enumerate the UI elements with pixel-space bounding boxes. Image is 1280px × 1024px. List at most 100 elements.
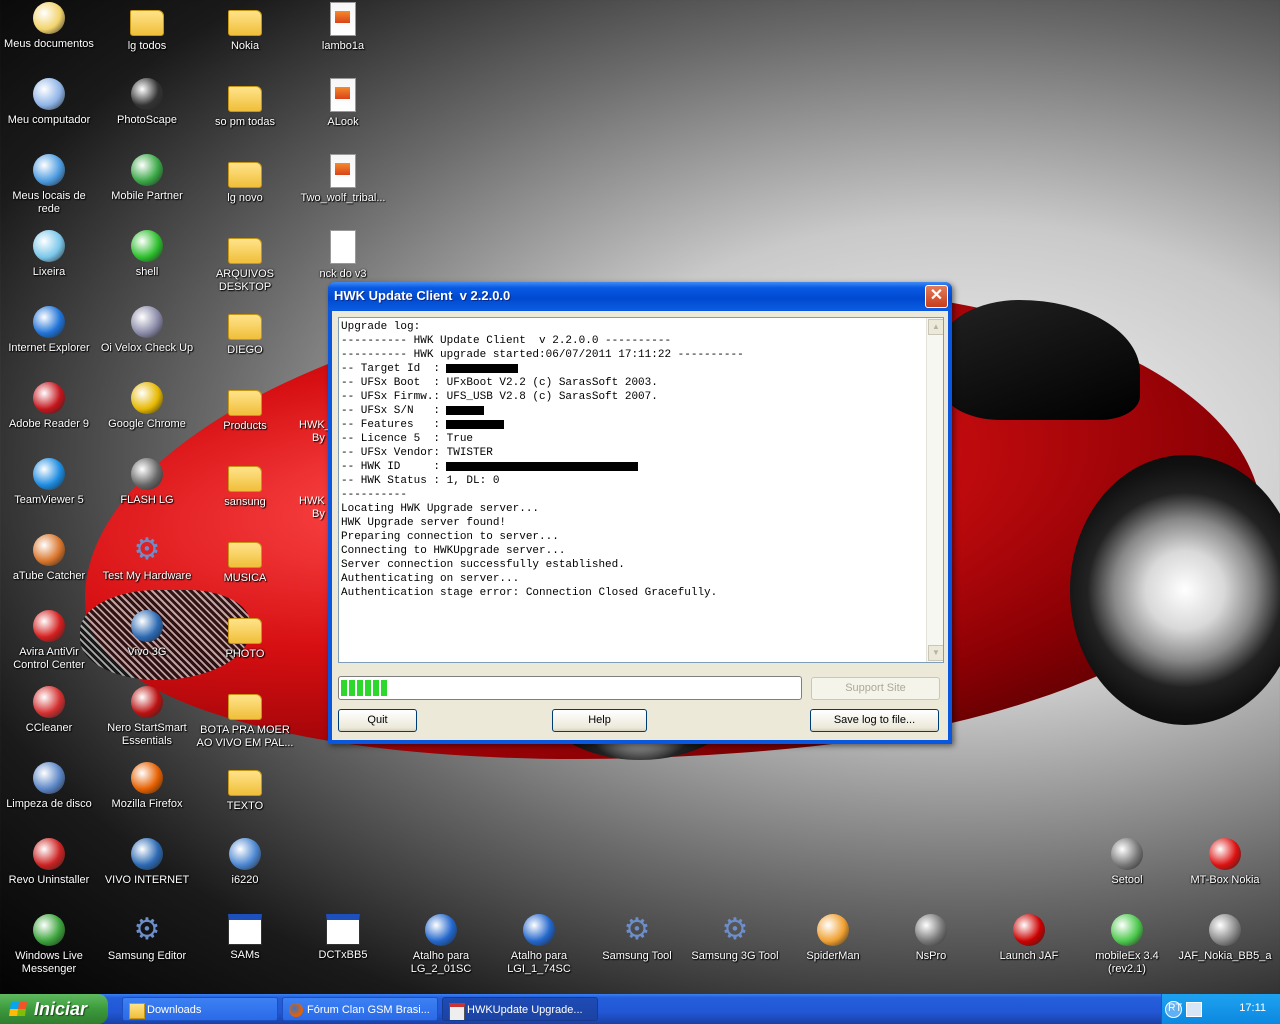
desktop-icon-bota-pra-moer-ao-vivo-em-pal[interactable]: BOTA PRA MOER AO VIVO EM PAL...	[196, 686, 294, 750]
desktop-icon-musica[interactable]: MUSICA	[196, 534, 294, 585]
desktop-icon-label: BOTA PRA MOER AO VIVO EM PAL...	[196, 724, 294, 749]
taskbar-item-hwk-update[interactable]: HWKUpdate Upgrade...	[442, 997, 598, 1021]
scroll-down-icon[interactable]: ▼	[928, 645, 943, 661]
desktop-icon-label: MUSICA	[223, 572, 267, 584]
dialog-titlebar[interactable]: HWK Update Client v 2.2.0.0 ✕	[328, 282, 952, 310]
desktop-icon-teamviewer-5[interactable]: TeamViewer 5	[0, 458, 98, 507]
desktop-icon-samsung-3g-tool[interactable]: ⚙ Samsung 3G Tool	[686, 914, 784, 963]
desktop-icon-adobe-reader-9[interactable]: Adobe Reader 9	[0, 382, 98, 431]
desktop-icon-arquivos-desktop[interactable]: ARQUIVOS DESKTOP	[196, 230, 294, 294]
taskbar-item-downloads[interactable]: Downloads	[122, 997, 278, 1021]
help-button[interactable]: Help	[552, 709, 647, 732]
desktop-icon-alook[interactable]: ALook	[294, 78, 392, 129]
desktop-icon-meu-computador[interactable]: Meu computador	[0, 78, 98, 127]
folder-icon	[228, 314, 262, 340]
desktop-icon-lg-todos[interactable]: lg todos	[98, 2, 196, 53]
desktop-icon-avira-antivir-control-center[interactable]: Avira AntiVir Control Center	[0, 610, 98, 672]
desktop-icon-label: Google Chrome	[108, 418, 186, 430]
desktop-icon-so-pm-todas[interactable]: so pm todas	[196, 78, 294, 129]
taskbar-item-label: Fórum Clan GSM Brasi...	[307, 1004, 430, 1016]
log-line: -- HWK ID :	[341, 460, 943, 474]
desktop-icon-vivo-internet[interactable]: VIVO INTERNET	[98, 838, 196, 887]
network-icon	[33, 154, 65, 186]
log-line-text: HWK Upgrade server found!	[341, 517, 507, 529]
desktop-icon-texto[interactable]: TEXTO	[196, 762, 294, 813]
support-site-button[interactable]: Support Site	[811, 677, 940, 700]
desktop-icon-label: Nokia	[230, 40, 260, 52]
desktop-icon-vivo-3g[interactable]: Vivo 3G	[98, 610, 196, 659]
desktop-icon-products[interactable]: Products	[196, 382, 294, 433]
desktop-icon-diego[interactable]: DIEGO	[196, 306, 294, 357]
desktop-icon-spiderman[interactable]: SpiderMan	[784, 914, 882, 963]
desktop-icon-flash-lg[interactable]: FLASH LG	[98, 458, 196, 507]
desktop-icon-lixeira[interactable]: Lixeira	[0, 230, 98, 279]
clock[interactable]: 17:11	[1239, 1002, 1266, 1014]
scroll-up-icon[interactable]: ▲	[928, 319, 943, 335]
desktop-icon-meus-documentos[interactable]: Meus documentos	[0, 2, 98, 51]
log-line: -- UFSx Firmw.: UFS_USB V2.8 (c) SarasSo…	[341, 390, 943, 404]
desktop-icon-nero-startsmart-essentials[interactable]: Nero StartSmart Essentials	[98, 686, 196, 748]
desktop-icon-oi-velox-check-up[interactable]: Oi Velox Check Up	[98, 306, 196, 355]
desktop-icon-nspro[interactable]: NsPro	[882, 914, 980, 963]
redacted-value	[446, 419, 505, 429]
quit-button[interactable]: Quit	[338, 709, 417, 732]
desktop-icon-test-my-hardware[interactable]: ⚙ Test My Hardware	[98, 534, 196, 583]
network-tray-icon[interactable]	[1186, 1002, 1202, 1017]
desktop-icon-label: JAF_Nokia_BB5_a	[1178, 950, 1272, 962]
save-log-button[interactable]: Save log to file...	[810, 709, 939, 732]
desktop-icon-mobileex-3-4-rev2-1[interactable]: mobileEx 3.4 (rev2.1)	[1078, 914, 1176, 976]
desktop-icon-internet-explorer[interactable]: Internet Explorer	[0, 306, 98, 355]
desktop-icon-i6220[interactable]: i6220	[196, 838, 294, 887]
desktop-icon-limpeza-de-disco[interactable]: Limpeza de disco	[0, 762, 98, 811]
desktop-icon-sansung[interactable]: sansung	[196, 458, 294, 509]
vivo-icon	[131, 610, 163, 642]
desktop-icon-nokia[interactable]: Nokia	[196, 2, 294, 53]
desktop-icon-mobile-partner[interactable]: Mobile Partner	[98, 154, 196, 203]
desktop-icon-lambo1a[interactable]: lambo1a	[294, 2, 392, 53]
desktop-icon-shell[interactable]: shell	[98, 230, 196, 279]
image-file-icon	[330, 78, 356, 112]
desktop-icon-mt-box-nokia[interactable]: MT-Box Nokia	[1176, 838, 1274, 887]
desktop-icon-mozilla-firefox[interactable]: Mozilla Firefox	[98, 762, 196, 811]
desktop-icon-atube-catcher[interactable]: aTube Catcher	[0, 534, 98, 583]
desktop-icon-samsung-tool[interactable]: ⚙ Samsung Tool	[588, 914, 686, 963]
desktop-icon-label: i6220	[231, 874, 259, 886]
vivo-icon	[131, 838, 163, 870]
desktop-icon-samsung-editor[interactable]: ⚙ Samsung Editor	[98, 914, 196, 963]
desktop-icon-label: Samsung Tool	[602, 950, 672, 962]
desktop-icon-dctxbb5[interactable]: DCTxBB5	[294, 914, 392, 962]
desktop-icon-nck-do-v3[interactable]: nck do v3	[294, 230, 392, 281]
firefox-icon	[289, 1003, 303, 1017]
desktop-icon-two-wolf-tribal[interactable]: Two_wolf_tribal...	[294, 154, 392, 205]
log-line-text: -- Licence 5 : True	[341, 433, 474, 445]
upgrade-log-textbox[interactable]: Upgrade log: ---------- HWK Update Client…	[338, 317, 944, 663]
close-button[interactable]: ✕	[925, 285, 948, 308]
language-indicator[interactable]: PT	[1168, 1002, 1182, 1014]
desktop-icon-jaf-nokia-bb5-a[interactable]: JAF_Nokia_BB5_a	[1176, 914, 1274, 963]
desktop-icon-atalho-para-lgi-1-74sc[interactable]: Atalho para LGI_1_74SC	[490, 914, 588, 976]
desktop-icon-google-chrome[interactable]: Google Chrome	[98, 382, 196, 431]
log-line-text: -- Features :	[341, 419, 441, 431]
desktop-icon-label: Launch JAF	[999, 950, 1059, 962]
desktop-icon-lg-novo[interactable]: lg novo	[196, 154, 294, 205]
desktop-icon-setool[interactable]: Setool	[1078, 838, 1176, 887]
desktop-icon-photoscape[interactable]: PhotoScape	[98, 78, 196, 127]
taskbar-item-firefox[interactable]: Fórum Clan GSM Brasi...	[282, 997, 438, 1021]
desktop-icon-revo-uninstaller[interactable]: Revo Uninstaller	[0, 838, 98, 887]
desktop-icon-windows-live-messenger[interactable]: Windows Live Messenger	[0, 914, 98, 976]
desktop-icon-photo[interactable]: PHOTO	[196, 610, 294, 661]
log-scrollbar[interactable]: ▲ ▼	[926, 318, 943, 662]
start-button[interactable]: Iniciar	[0, 994, 108, 1024]
desktop-icon-ccleaner[interactable]: CCleaner	[0, 686, 98, 735]
desktop-icon-label: Mobile Partner	[111, 190, 183, 202]
desktop-icon-label: Test My Hardware	[102, 570, 192, 582]
desktop-icon-label: shell	[135, 266, 159, 278]
desktop-icon-sams[interactable]: SAMs	[196, 914, 294, 962]
log-line: -- HWK Status : 1, DL: 0	[341, 474, 943, 488]
desktop-icon-label: CCleaner	[25, 722, 73, 734]
desktop-icon-launch-jaf[interactable]: Launch JAF	[980, 914, 1078, 963]
log-line: -- Licence 5 : True	[341, 432, 943, 446]
desktop-icon-meus-locais-de-rede[interactable]: Meus locais de rede	[0, 154, 98, 216]
desktop-icon-atalho-para-lg-2-01sc[interactable]: Atalho para LG_2_01SC	[392, 914, 490, 976]
log-line: -- UFSx S/N :	[341, 404, 943, 418]
